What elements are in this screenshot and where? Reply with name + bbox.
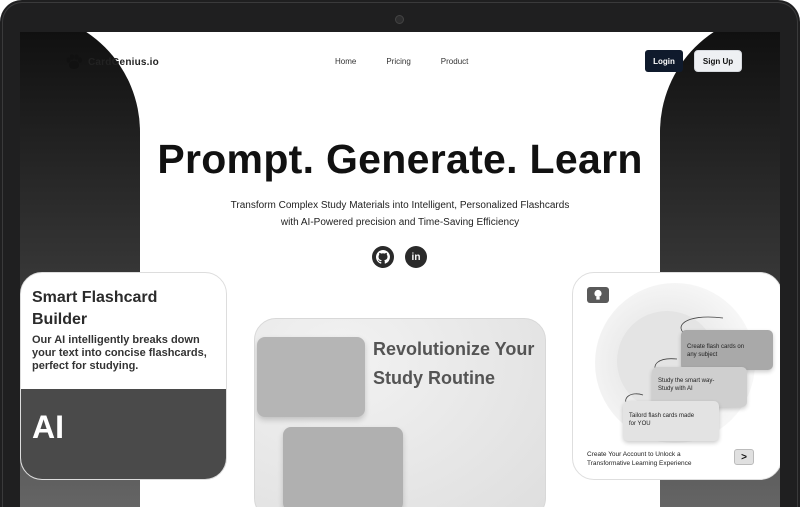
device-frame: CardGenius.io Home Pricing Product Login… [0,0,800,507]
screen: CardGenius.io Home Pricing Product Login… [20,32,780,507]
cta-line: Transformative Learning Experience [587,460,692,467]
hero-subtitle-line: with AI-Powered precision and Time-Savin… [280,217,520,228]
card-title-line: Smart Flashcard [32,289,158,306]
feature-card-create-account[interactable]: Create flash cards on any subject Study … [572,272,780,480]
cta-line: Create Your Account to Unlock a [587,451,681,458]
hero-title: Prompt. Generate. Learn [157,136,643,182]
card-title: Smart Flashcard Builder [32,287,222,331]
next-arrow-button[interactable]: > [734,449,754,465]
card-description-line: perfect for studying. [32,360,139,372]
nav-link-home[interactable]: Home [335,57,356,66]
feature-bubble: Create flash cards on any subject [681,330,773,370]
ai-band: AI [21,389,226,479]
linkedin-link[interactable]: in [405,246,427,268]
nav-link-pricing[interactable]: Pricing [386,57,410,66]
bubble-line: for YOU [629,421,651,427]
brand-logo[interactable]: CardGenius.io [64,52,159,72]
hero-subtitle-line: Transform Complex Study Materials into I… [230,200,570,211]
hero-subtitle: Transform Complex Study Materials into I… [200,197,600,231]
card-description: Our AI intelligently breaks down your te… [32,334,222,373]
feature-bubble: Tailord flash cards made for YOU [623,401,719,441]
github-icon [376,250,390,264]
main-nav: Home Pricing Product [335,57,468,66]
flashcard-illustration [257,337,365,417]
bubble-line: Create flash cards on [687,344,745,350]
brand-name: CardGenius.io [88,56,159,68]
bubble-line: any subject [687,352,718,358]
bubble-line: Study the smart way- [658,378,715,384]
linkedin-icon: in [411,251,421,263]
bubble-line: Study with AI [658,386,693,392]
flashcard-illustration [283,427,403,507]
lightbulb-icon [587,287,609,303]
nav-link-product[interactable]: Product [441,57,469,66]
login-button[interactable]: Login [645,50,683,72]
card-title-line: Builder [32,311,88,328]
card-description-line: your text into concise flashcards, [32,347,207,359]
paw-logo-icon [66,54,82,69]
lightbulb-glyph [594,289,602,300]
camera-icon [395,15,404,24]
feature-card-study-routine[interactable]: Revolutionize Your Study Routine [254,318,546,507]
bubble-line: Tailord flash cards made [629,413,695,419]
card-title-line: Revolutionize Your [373,339,535,359]
feature-card-flashcard-builder[interactable]: Smart Flashcard Builder Our AI intellige… [20,272,227,480]
create-account-text: Create Your Account to Unlock a Transfor… [587,450,737,468]
signup-button[interactable]: Sign Up [694,50,742,72]
github-link[interactable] [372,246,394,268]
card-title-line: Study Routine [373,368,495,388]
ai-badge-text: AI [32,409,64,445]
card-title: Revolutionize Your Study Routine [373,335,543,393]
card-description-line: Our AI intelligently breaks down [32,334,200,346]
